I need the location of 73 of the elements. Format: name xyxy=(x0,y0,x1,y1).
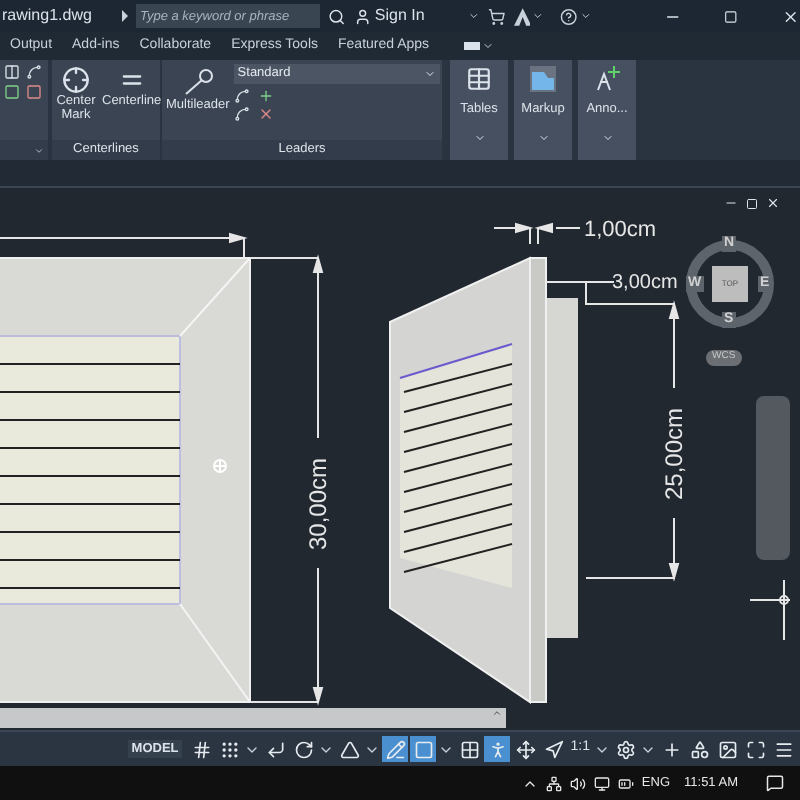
checker-icon xyxy=(459,739,480,759)
cross-arrows-icon xyxy=(515,739,536,759)
corner-arrow-icon xyxy=(265,739,286,759)
file-name: rawing1.dwg xyxy=(2,4,94,28)
close-icon[interactable] xyxy=(782,7,800,25)
speaker-icon[interactable] xyxy=(569,775,586,791)
wave-icon[interactable] xyxy=(26,64,42,80)
settings-toggle[interactable] xyxy=(612,736,638,762)
ucs-icon xyxy=(749,579,791,641)
plus-icon xyxy=(661,739,681,759)
caret-icon xyxy=(537,131,549,144)
caret-icon xyxy=(121,10,128,22)
network-icon[interactable] xyxy=(545,775,562,791)
annotation-plus-icon xyxy=(594,66,620,92)
caret-icon xyxy=(492,708,502,718)
dimension-label: 25,00cm xyxy=(660,407,688,501)
monitor-icon[interactable] xyxy=(593,775,610,791)
square-icon xyxy=(413,739,434,759)
settings-icon xyxy=(615,739,635,759)
cross-arrows-toggle[interactable] xyxy=(512,736,539,762)
dimension-label: 1,00cm xyxy=(584,218,657,242)
figure-toggle[interactable] xyxy=(484,736,511,762)
minimize-icon[interactable] xyxy=(724,196,738,210)
caret-icon[interactable] xyxy=(468,10,481,22)
caret-icon[interactable] xyxy=(532,10,545,22)
menu-icon xyxy=(773,739,793,759)
plus-icon[interactable] xyxy=(258,88,275,104)
search-icon[interactable] xyxy=(327,7,346,25)
caret-icon xyxy=(601,131,613,144)
dots-icon xyxy=(219,739,240,759)
dimension-label: 30,00cm xyxy=(304,457,332,551)
sign-in-link[interactable]: Sign In xyxy=(374,4,425,28)
triangle-icon xyxy=(339,739,360,759)
notification-icon[interactable] xyxy=(766,774,784,792)
triangle-toggle[interactable] xyxy=(336,736,363,762)
figure-icon xyxy=(487,739,508,759)
checker-toggle[interactable] xyxy=(456,736,483,762)
caret-icon[interactable] xyxy=(34,145,44,155)
pencil-toggle[interactable] xyxy=(382,736,409,762)
pencil-icon xyxy=(385,739,406,759)
markup-icon xyxy=(530,66,556,92)
maximize-toggle[interactable] xyxy=(742,736,768,762)
maximize-icon[interactable] xyxy=(724,9,739,23)
restore-icon[interactable] xyxy=(746,197,758,209)
shapes-toggle[interactable] xyxy=(686,736,712,762)
grid-icon xyxy=(191,739,212,759)
image-toggle[interactable] xyxy=(714,736,740,762)
crosshair-icon xyxy=(62,66,90,94)
caret-icon xyxy=(481,40,494,52)
remove-icon[interactable] xyxy=(258,106,275,122)
cart-icon[interactable] xyxy=(488,7,506,25)
shapes-icon xyxy=(689,739,709,759)
caret-icon[interactable] xyxy=(579,10,592,22)
logo-icon[interactable] xyxy=(513,7,531,25)
table-icon xyxy=(466,66,492,92)
user-icon xyxy=(353,7,371,25)
help-icon[interactable] xyxy=(560,7,578,25)
dimension-line xyxy=(493,222,581,245)
caret-icon xyxy=(473,131,485,144)
rotate-toggle[interactable] xyxy=(290,736,317,762)
square-toggle[interactable] xyxy=(410,736,437,762)
square-icon[interactable] xyxy=(4,84,20,100)
panel-toggle-button[interactable] xyxy=(463,40,494,52)
rotate-icon xyxy=(293,739,314,759)
caret-icon xyxy=(423,68,436,80)
battery-icon[interactable] xyxy=(617,775,634,791)
pointer-icon xyxy=(543,739,564,759)
dimension-label: 3,00cm xyxy=(612,272,678,294)
leader-icon xyxy=(181,68,214,96)
maximize-icon xyxy=(745,739,765,759)
image-icon xyxy=(717,739,737,759)
pointer-toggle[interactable] xyxy=(540,736,567,762)
close-icon[interactable] xyxy=(766,196,780,210)
